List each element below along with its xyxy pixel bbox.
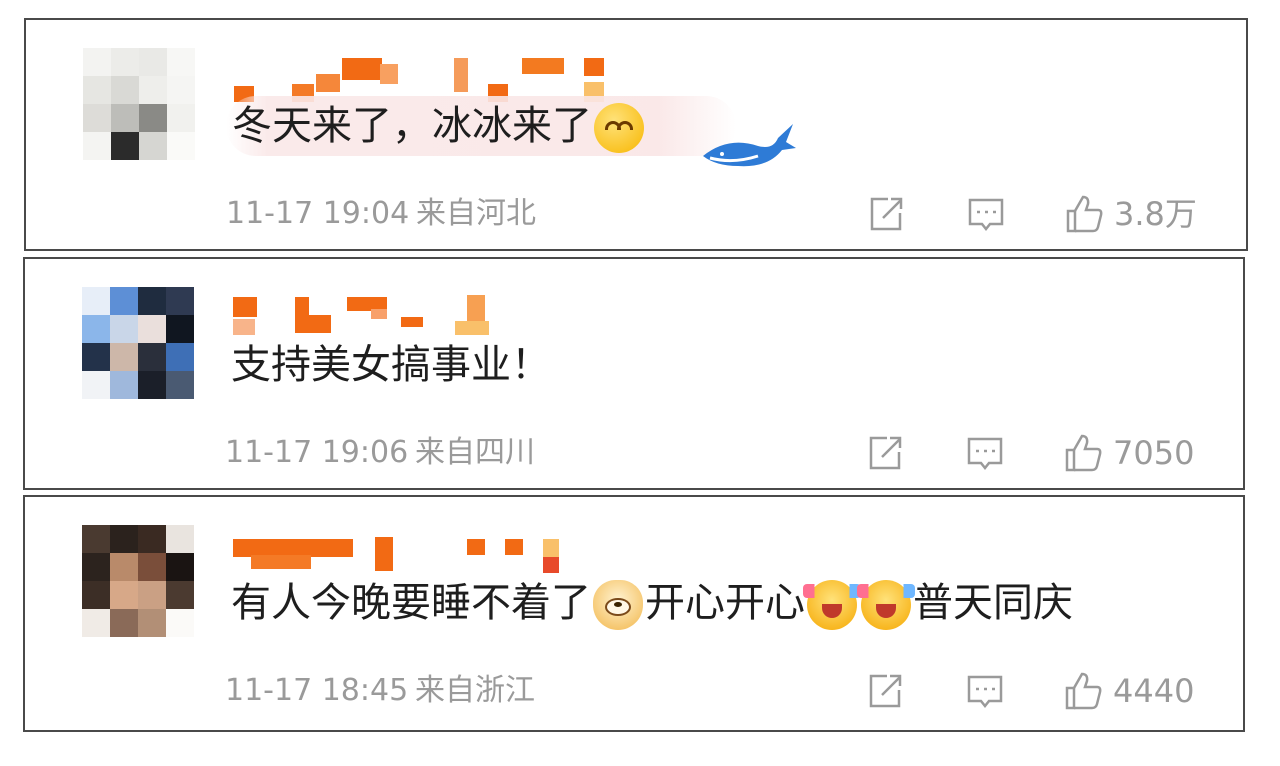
location: 来自河北 — [416, 196, 536, 231]
location: 来自浙江 — [415, 673, 535, 708]
timestamp: 11-17 18:45 — [225, 673, 409, 708]
avatar[interactable] — [83, 48, 195, 160]
comment-card: 支持美女搞事业！ 11-17 19:06 来自四川 7050 — [23, 257, 1245, 490]
reply-icon — [968, 198, 1004, 232]
like-count: 3.8万 — [1114, 195, 1197, 233]
reply-button[interactable] — [966, 194, 1006, 234]
reply-button[interactable] — [965, 433, 1005, 473]
cheer-emoji-icon — [803, 580, 861, 630]
like-button[interactable]: 4440 — [1063, 671, 1194, 711]
share-button[interactable] — [866, 194, 906, 234]
comment-footer: 11-17 19:04 来自河北 3.8万 — [226, 192, 1246, 236]
doge-emoji-icon — [593, 580, 643, 630]
like-button[interactable]: 7050 — [1063, 433, 1194, 473]
comment-text: 支持美女搞事业！ — [225, 335, 641, 395]
timestamp: 11-17 19:04 — [226, 196, 410, 231]
comment-text-part: 有人今晚要睡不着了 — [231, 580, 591, 626]
like-icon — [1065, 672, 1102, 710]
like-count: 7050 — [1113, 434, 1195, 472]
comment-text-content: 支持美女搞事业！ — [231, 342, 551, 388]
comment-footer: 11-17 18:45 来自浙江 4440 — [225, 669, 1243, 713]
share-button[interactable] — [865, 433, 905, 473]
like-button[interactable]: 3.8万 — [1064, 194, 1197, 234]
like-count: 4440 — [1113, 672, 1195, 710]
location: 来自四川 — [415, 435, 535, 470]
like-icon — [1066, 195, 1103, 233]
comment-text-part: 开心开心 — [645, 580, 805, 626]
comment-text: 有人今晚要睡不着了 开心开心 普天同庆 — [225, 573, 1163, 633]
like-icon — [1065, 434, 1102, 472]
comment-text: 冬天来了，冰冰来了 — [226, 96, 736, 156]
reply-icon — [967, 675, 1003, 709]
timestamp: 11-17 19:06 — [225, 435, 409, 470]
cheer-emoji-icon — [857, 580, 915, 630]
whale-sticker-icon — [703, 124, 796, 167]
share-button[interactable] — [865, 671, 905, 711]
comment-card: 有人今晚要睡不着了 开心开心 普天同庆 11-17 18:45 来自浙江 4440 — [23, 495, 1245, 732]
comment-footer: 11-17 19:06 来自四川 7050 — [225, 431, 1243, 475]
smile-emoji-icon — [594, 103, 644, 153]
reply-button[interactable] — [965, 671, 1005, 711]
reply-icon — [967, 437, 1003, 471]
share-icon — [870, 197, 903, 231]
avatar[interactable] — [82, 525, 194, 637]
avatar[interactable] — [82, 287, 194, 399]
share-icon — [869, 674, 902, 708]
share-icon — [869, 436, 902, 470]
comment-text-content: 冬天来了，冰冰来了 — [232, 103, 592, 149]
comment-card: 冬天来了，冰冰来了 11-17 19:04 来自河北 3.8万 — [24, 18, 1248, 251]
comment-text-part: 普天同庆 — [913, 580, 1073, 626]
